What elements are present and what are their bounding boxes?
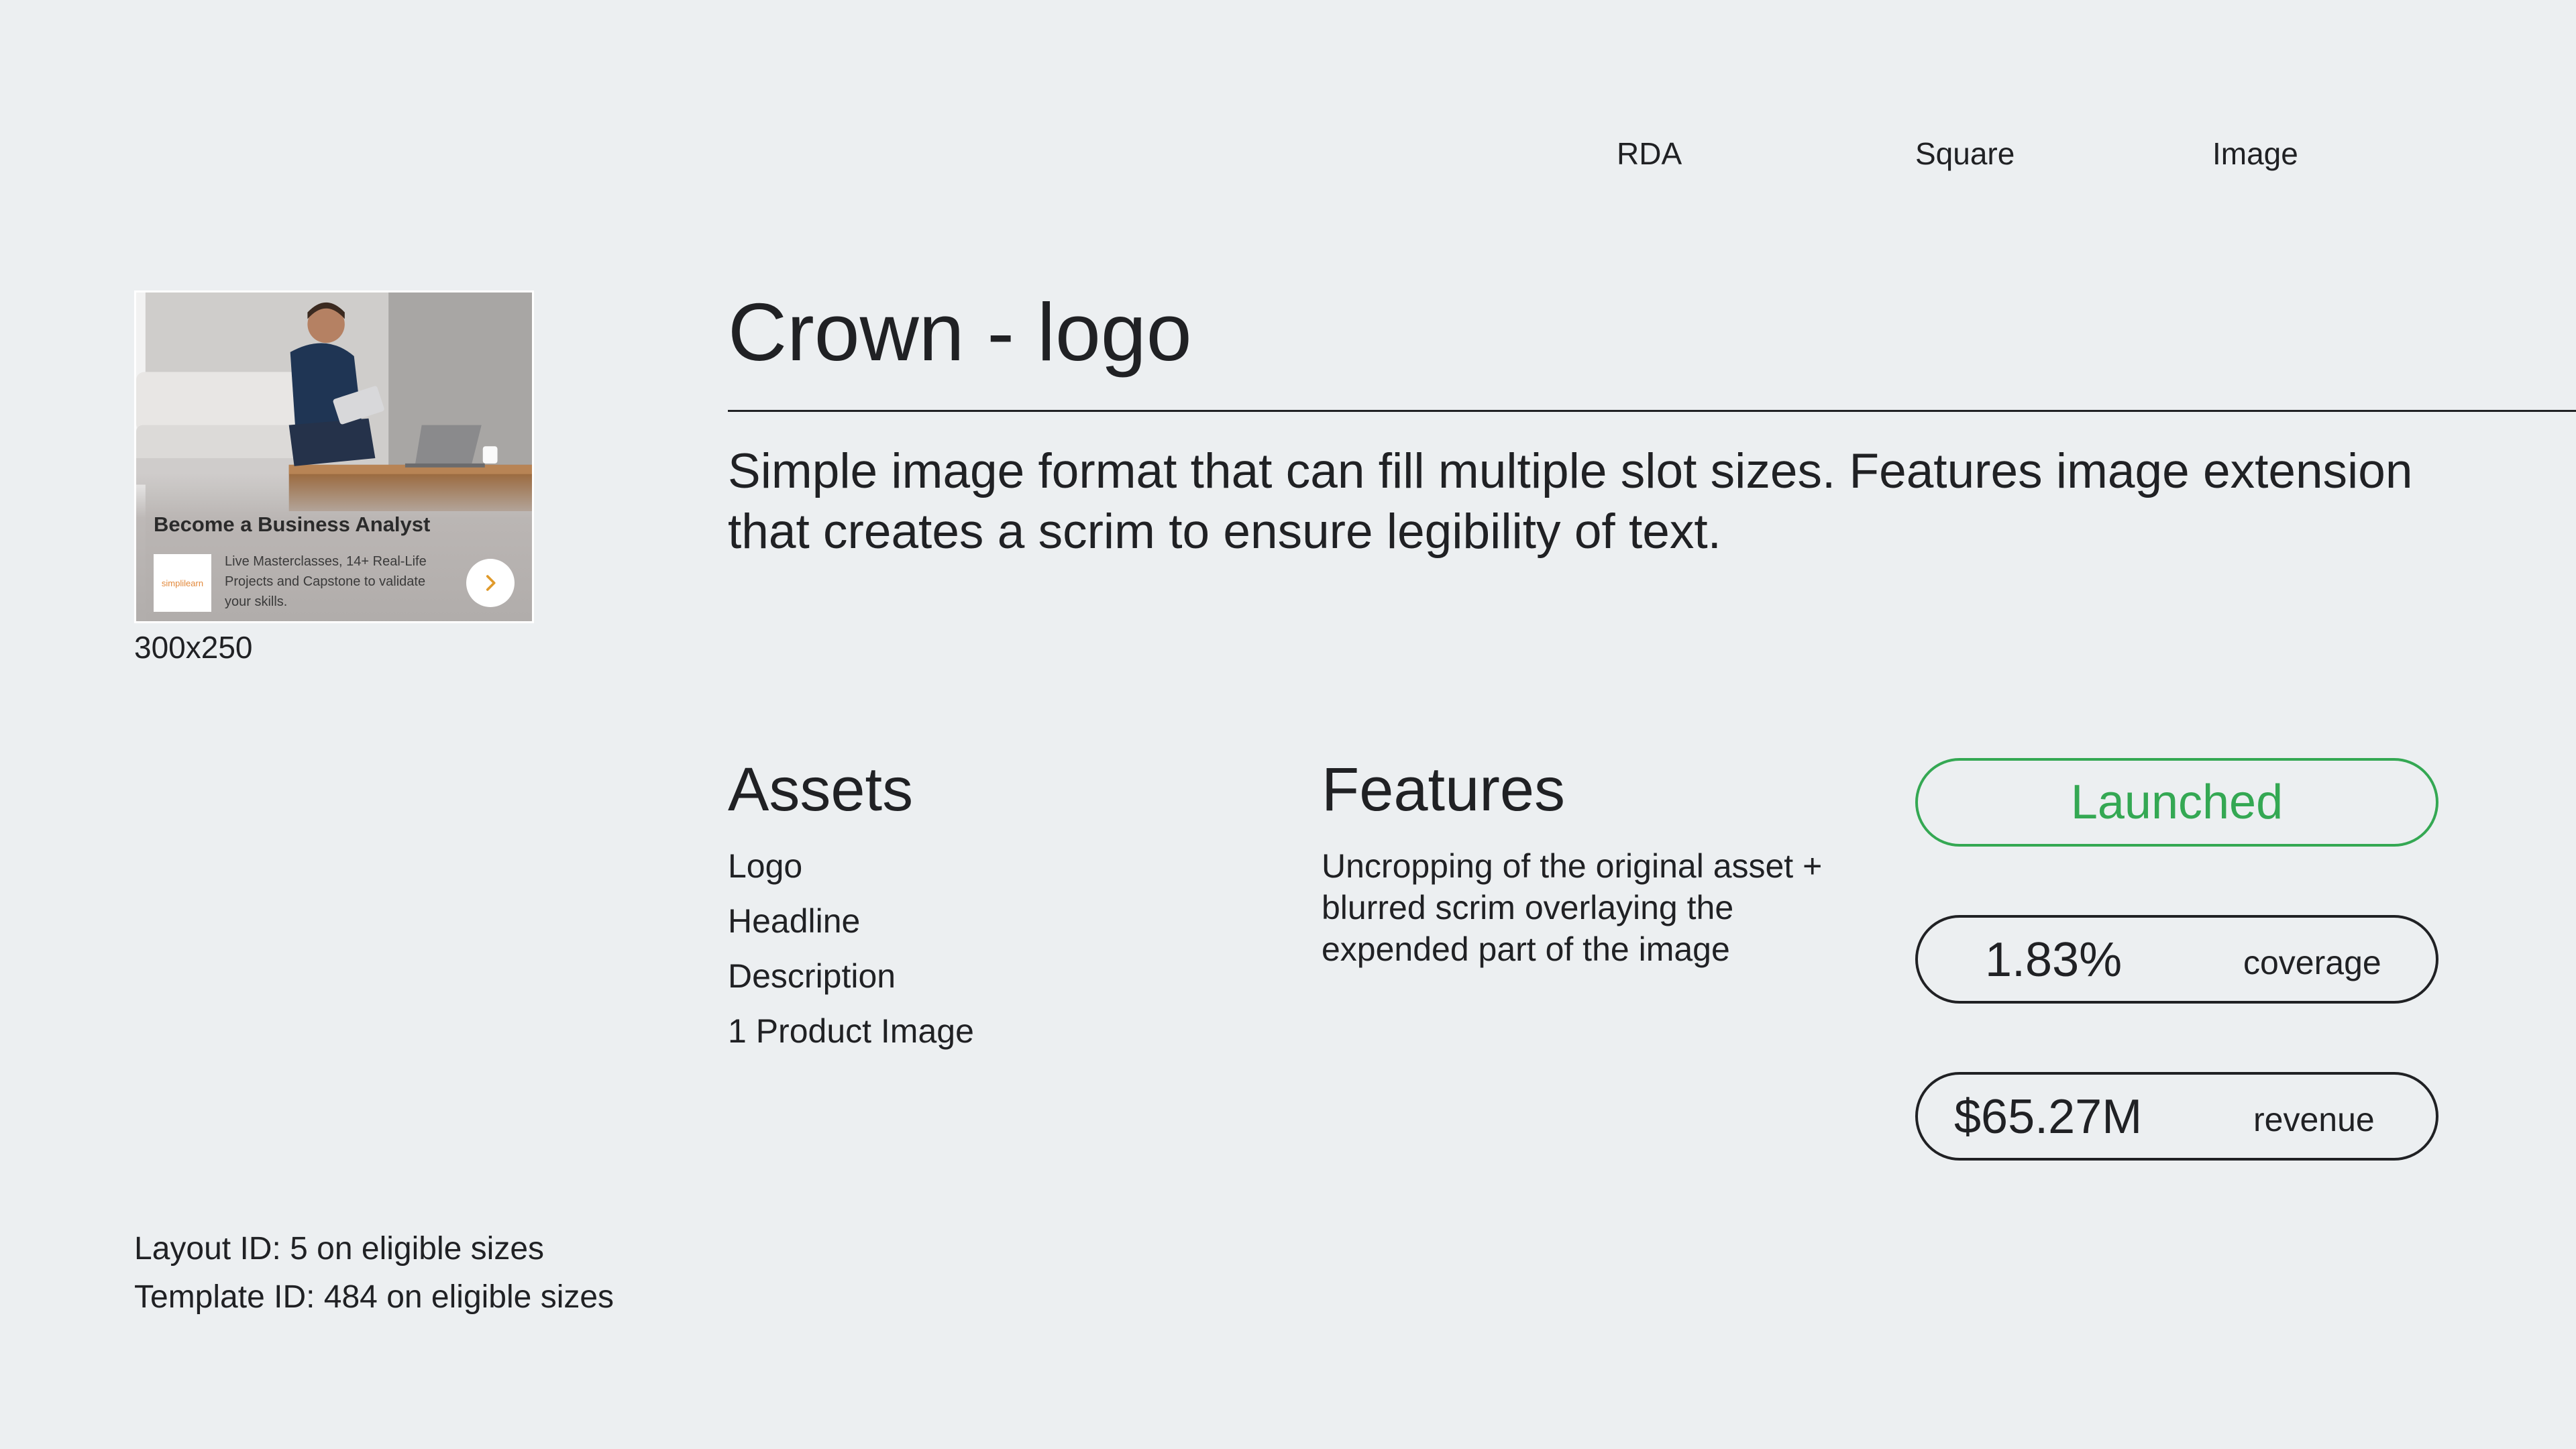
tag-rda: RDA (1617, 136, 1682, 171)
ad-headline: Become a Business Analyst (154, 513, 431, 536)
template-id: Template ID: 484 on eligible sizes (134, 1279, 614, 1315)
coverage-pill: 1.83% coverage (1915, 915, 2438, 1004)
title-divider (728, 410, 2576, 412)
assets-heading: Assets (728, 755, 914, 824)
status-badge: Launched (1915, 758, 2438, 847)
coverage-value: 1.83% (1985, 933, 2123, 987)
revenue-label: revenue (2253, 1101, 2375, 1138)
revenue-pill: $65.27M revenue (1915, 1072, 2438, 1161)
coverage-label: coverage (2243, 944, 2381, 981)
ad-preview: Become a Business Analyst simplilearn Li… (134, 290, 534, 623)
page-title: Crown - logo (728, 286, 1192, 378)
tag-image: Image (2212, 136, 2298, 171)
layout-id: Layout ID: 5 on eligible sizes (134, 1231, 545, 1267)
features-text: Uncropping of the original asset + blurr… (1322, 847, 1823, 968)
asset-item: Description (728, 957, 896, 995)
preview-size-label: 300x250 (134, 630, 253, 665)
asset-item: 1 Product Image (728, 1012, 974, 1050)
features-heading: Features (1322, 755, 1566, 824)
ad-logo: simplilearn (154, 554, 211, 612)
format-description: Simple image format that can fill multip… (728, 444, 2413, 559)
revenue-value: $65.27M (1954, 1090, 2143, 1144)
asset-item: Logo (728, 847, 803, 885)
ad-description: Live Masterclasses, 14+ Real-Life Projec… (225, 554, 427, 609)
asset-item: Headline (728, 902, 861, 940)
chevron-right-icon (486, 575, 496, 591)
ad-next-button[interactable] (466, 559, 515, 607)
tag-square: Square (1915, 136, 2015, 171)
